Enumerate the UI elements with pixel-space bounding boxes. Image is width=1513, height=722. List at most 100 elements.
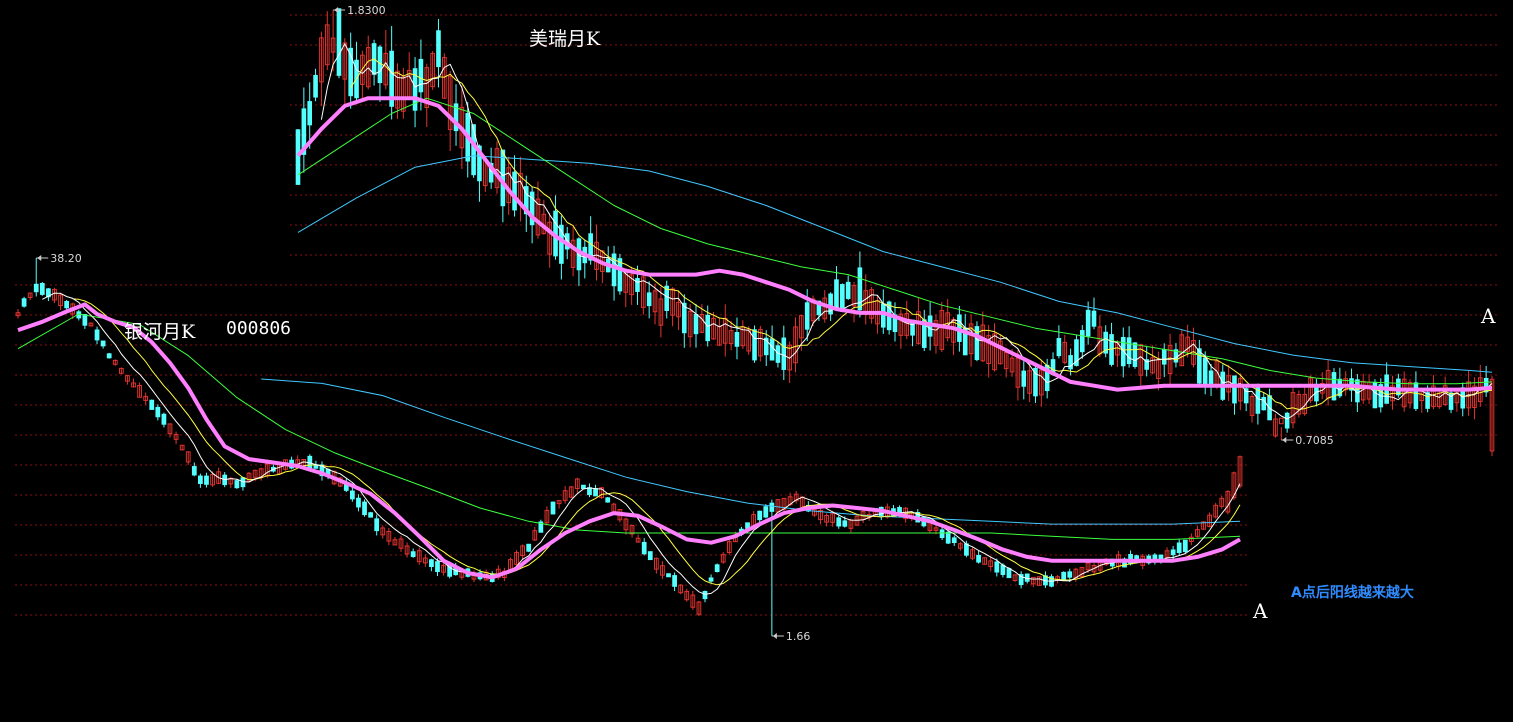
yinhe-candle-body [1170,549,1176,556]
meirui-candle-body [1396,378,1401,396]
yinhe-candle [623,517,629,535]
yinhe-candle [46,287,51,302]
meirui-candle [769,325,775,361]
yinhe-candle [647,551,653,561]
yinhe-candle [155,404,161,421]
yinhe-candle [538,519,544,533]
yinhe-candle-body [702,590,708,600]
yinhe-candle [27,292,33,301]
yinhe-candle [1237,455,1243,489]
meirui-candle-body [752,329,757,361]
yinhe-candle [532,526,538,542]
meirui-candle [1062,334,1068,365]
meirui-candle-body [635,278,640,292]
yinhe-candle [976,551,981,564]
yinhe-candle-body [155,406,161,418]
meirui-candle [1232,375,1237,415]
yinhe-candle [635,534,641,543]
yinhe-candle-body [191,466,197,476]
meirui-candle [734,317,740,360]
yinhe-candle [204,472,209,488]
yinhe-candle [137,382,142,398]
yinhe-candle-body [198,475,203,484]
yinhe-candle [88,322,94,327]
yinhe-candle [982,557,988,565]
meirui-candle [342,38,348,106]
yinhe-candle [173,431,179,445]
meirui-candle [605,246,611,273]
point-a-label-bottom: A [1253,599,1268,623]
meirui-candle [1466,370,1471,416]
yinhe-candle-body [64,300,70,309]
yinhe-candle [641,538,647,556]
yinhe-candle [429,558,434,572]
yinhe-candle-body [82,314,88,326]
yinhe-candle-body [374,518,380,532]
yinhe-candle [556,500,562,509]
meirui-candle [1179,329,1185,367]
meirui-candle [553,195,558,260]
meirui-candle [781,325,787,381]
yinhe-candle-body [587,487,592,496]
meirui-candle [974,321,980,362]
meirui-candle [295,129,301,185]
yinhe-candle-body [666,573,671,578]
yinhe-candle-body [368,512,373,518]
yinhe-candle-body [149,399,155,410]
meirui-candle-body [781,337,787,370]
meirui-candle-body [1413,382,1419,409]
yinhe-candle [763,504,769,519]
meirui-candle [1208,364,1214,396]
yinhe-candle-body [526,543,532,552]
meirui-ma-yellow [350,58,1493,410]
yinhe-candle-body [1006,568,1012,579]
yinhe-candle [544,506,550,526]
yinhe-candle-body [842,520,848,527]
meirui-candle [1249,393,1255,423]
meirui-candle [582,240,588,279]
yinhe-candle [82,313,88,329]
yinhe-candle-body [647,551,653,561]
yinhe-candle [696,600,702,617]
meirui-candle [717,317,722,346]
yinhe-candle [416,547,422,565]
yinhe-candle-body [769,502,775,512]
chart-canvas: 1.8300 0.7085 38.20 1.66 [15,4,1500,643]
yinhe-candle-body [836,517,842,527]
meirui-candle [681,294,687,348]
yinhe-candle-body [605,497,611,503]
yinhe-candle [714,563,720,573]
meirui-candle [354,41,359,101]
yinhe-candle-body [1182,539,1188,552]
yinhe-candle [1176,539,1182,556]
meirui-candle [1097,315,1103,358]
meirui-candle-body [307,101,313,126]
yinhe-candle [988,556,994,572]
meirui-candle [1126,326,1132,368]
yinhe-candle [848,518,854,533]
meirui-chart: 1.8300 0.7085 [295,4,1495,457]
yinhe-candle-body [976,554,981,563]
yinhe-candle-body [672,575,677,587]
yinhe-candle-body [1067,571,1073,578]
yinhe-candle-body [994,561,1000,573]
meirui-candle [430,51,435,90]
yinhe-candle [52,287,57,304]
meirui-candle [857,251,863,318]
yinhe-candle-body [94,329,100,341]
yinhe-candle [100,340,106,349]
yinhe-candle [94,326,100,345]
yinhe-candle [374,514,380,536]
meirui-candle [611,245,617,301]
yinhe-candle [653,557,659,574]
yinhe-candle-body [435,561,440,573]
meirui-candle [1296,390,1302,418]
meirui-candle [1472,377,1477,420]
yinhe-candle [161,412,167,428]
yinhe-candle-body [33,283,39,293]
yinhe-candle [392,537,398,546]
yinhe-chart: 38.20 1.66 [15,252,1243,643]
meirui-candle [576,237,582,287]
meirui-candle-body [1261,396,1267,411]
yinhe-candle [951,535,957,546]
